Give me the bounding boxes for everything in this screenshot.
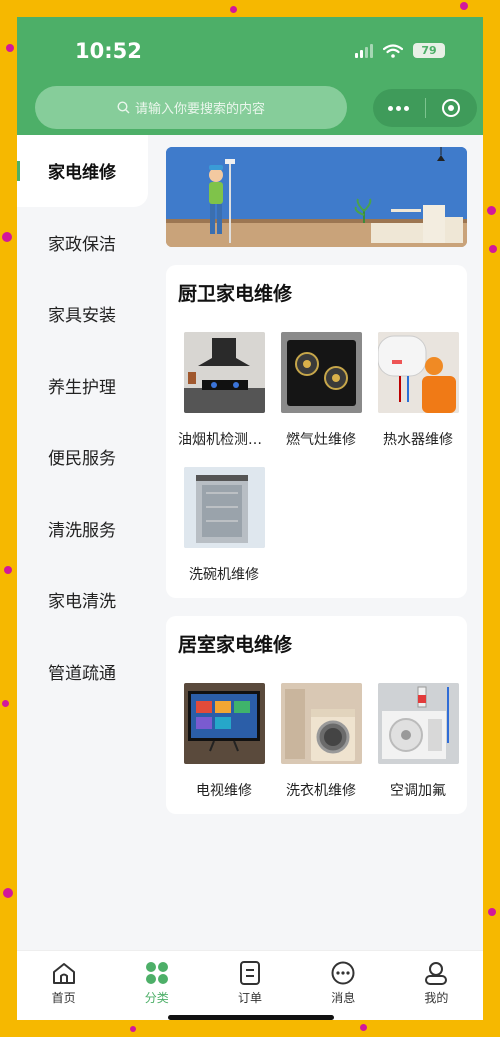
sidebar-item-label: 家具安装	[48, 306, 116, 327]
decor-dot	[130, 1026, 136, 1032]
decor-dot	[487, 206, 496, 215]
status-icons: 79	[355, 43, 445, 58]
range-hood-photo	[183, 332, 265, 413]
search-icon	[117, 101, 130, 114]
category-sidebar: 家电维修 家政保洁 家具安装 养生护理 便民服务 清洗服务 家电清洗 管道疏通	[17, 135, 148, 950]
service-grid: 油烟机检测维修 燃气灶维修 热水器维修 洗碗机维修	[178, 332, 459, 584]
tab-profile[interactable]: 我的	[390, 951, 483, 1020]
home-indicator	[168, 1015, 334, 1020]
section-title: 居室家电维修	[178, 634, 293, 656]
app-header: 10:52 79 请输入你要搜索的内容	[17, 17, 483, 135]
decor-dot	[360, 1024, 367, 1031]
category-content: 厨卫家电维修 油烟机检测维修 燃气灶维修 热水器维修 洗碗机维修 居室家电维修 …	[166, 147, 467, 814]
tab-label: 订单	[238, 991, 263, 1005]
signal-icon	[355, 43, 373, 58]
wifi-icon	[383, 43, 403, 58]
section-title: 厨卫家电维修	[178, 283, 293, 305]
battery-indicator: 79	[413, 43, 445, 58]
service-label: 电视维修	[196, 783, 252, 799]
service-washing-machine[interactable]: 洗衣机维修	[275, 683, 367, 800]
sidebar-item-label: 家电清洗	[48, 592, 116, 613]
service-gas-stove[interactable]: 燃气灶维修	[275, 332, 367, 449]
service-range-hood[interactable]: 油烟机检测维修	[178, 332, 270, 449]
more-icon[interactable]	[373, 105, 425, 111]
decor-dot	[2, 232, 12, 242]
sidebar-item-cleaning[interactable]: 清洗服务	[17, 493, 148, 565]
tab-label: 消息	[331, 991, 356, 1005]
sidebar-item-label: 清洗服务	[48, 520, 116, 541]
decor-dot	[489, 245, 497, 253]
banner-illustration	[166, 147, 467, 247]
sidebar-item-label: 养生护理	[48, 377, 116, 398]
air-conditioner-photo	[377, 683, 459, 764]
tab-label: 我的	[424, 991, 449, 1005]
decor-dot	[3, 888, 13, 898]
service-air-conditioner[interactable]: 空调加氟	[372, 683, 464, 800]
sidebar-item-wellness[interactable]: 养生护理	[17, 350, 148, 422]
sidebar-item-label: 管道疏通	[48, 663, 116, 684]
sidebar-item-label: 家政保洁	[48, 234, 116, 255]
washing-machine-photo	[280, 683, 362, 764]
message-icon	[331, 961, 355, 985]
status-time: 10:52	[75, 39, 142, 63]
decor-dot	[6, 44, 14, 52]
dishwasher-photo	[183, 467, 265, 548]
sidebar-item-furniture-install[interactable]: 家具安装	[17, 278, 148, 350]
tab-orders[interactable]: 订单	[203, 951, 296, 1020]
bottom-tab-bar: 首页 分类 订单 消息 我的	[17, 950, 483, 1020]
water-heater-photo	[377, 332, 459, 413]
service-label: 热水器维修	[383, 432, 453, 448]
search-placeholder: 请输入你要搜索的内容	[134, 102, 265, 117]
profile-icon	[425, 962, 448, 985]
tab-label: 首页	[51, 991, 76, 1005]
service-label: 空调加氟	[390, 783, 446, 799]
service-water-heater[interactable]: 热水器维修	[372, 332, 464, 449]
service-tv[interactable]: 电视维修	[178, 683, 270, 800]
tab-messages[interactable]: 消息	[297, 951, 390, 1020]
decor-dot	[488, 908, 496, 916]
tab-label: 分类	[144, 991, 169, 1005]
service-label: 燃气灶维修	[286, 432, 356, 448]
sidebar-item-convenience[interactable]: 便民服务	[17, 421, 148, 493]
decor-dot	[230, 6, 237, 13]
service-label: 洗衣机维修	[286, 783, 356, 799]
close-miniprogram-icon[interactable]	[425, 99, 477, 117]
decor-dot	[460, 2, 468, 10]
sidebar-item-label: 便民服务	[48, 449, 116, 470]
sidebar-item-pipe-unclog[interactable]: 管道疏通	[17, 636, 148, 708]
gas-stove-photo	[280, 332, 362, 413]
tab-home[interactable]: 首页	[17, 951, 110, 1020]
miniprogram-capsule	[373, 89, 477, 127]
tab-category[interactable]: 分类	[110, 951, 203, 1020]
service-label: 油烟机检测维修	[178, 432, 270, 448]
sidebar-item-appliance-cleaning[interactable]: 家电清洗	[17, 564, 148, 636]
tv-photo	[183, 683, 265, 764]
section-home-appliance-repair: 居室家电维修 电视维修 洗衣机维修 空调加氟	[166, 616, 467, 814]
category-icon	[145, 962, 168, 984]
service-label: 洗碗机维修	[189, 567, 259, 583]
order-icon	[240, 961, 260, 985]
sidebar-item-housekeeping[interactable]: 家政保洁	[17, 207, 148, 279]
service-dishwasher[interactable]: 洗碗机维修	[178, 467, 270, 584]
phone-screen: 10:52 79 请输入你要搜索的内容 家电维修 家政保洁 家具安装 养生护理 …	[17, 17, 483, 1020]
section-kitchen-bath-repair: 厨卫家电维修 油烟机检测维修 燃气灶维修 热水器维修 洗碗机维修	[166, 265, 467, 598]
decor-dot	[4, 566, 12, 574]
search-input[interactable]: 请输入你要搜索的内容	[35, 86, 347, 129]
sidebar-item-label: 家电维修	[48, 163, 116, 184]
service-grid: 电视维修 洗衣机维修 空调加氟	[178, 683, 459, 800]
decor-dot	[2, 700, 9, 707]
promo-banner[interactable]	[166, 147, 467, 247]
home-icon	[52, 963, 75, 984]
sidebar-item-appliance-repair[interactable]: 家电维修	[17, 135, 148, 207]
